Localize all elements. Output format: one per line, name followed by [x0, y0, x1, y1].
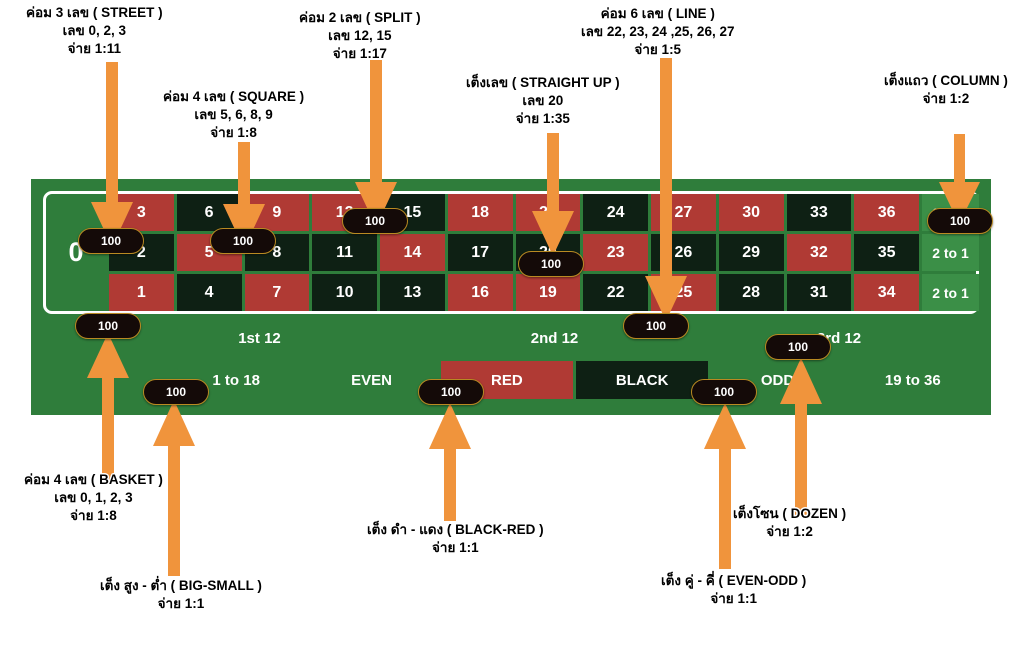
- chip-straight-up[interactable]: 100: [518, 251, 584, 277]
- annotation-dozen-line1: เต็งโซน ( DOZEN ): [733, 506, 847, 521]
- annotation-dozen: เต็งโซน ( DOZEN ) จ่าย 1:2: [733, 505, 846, 541]
- number-cell-33[interactable]: 33: [786, 194, 852, 231]
- arrow-line: [640, 58, 692, 326]
- annotation-black-red-line2: จ่าย 1:1: [431, 539, 479, 555]
- number-cell-11[interactable]: 11: [312, 234, 377, 271]
- outside-bets-row: 1 to 18 EVEN RED BLACK ODD 19 to 36: [170, 361, 979, 399]
- annotation-street-line1: ค่อม 3 เลข ( STREET ): [26, 5, 163, 20]
- number-cell-19[interactable]: 19: [515, 274, 581, 311]
- arrow-basket: [82, 333, 134, 485]
- annotation-straight-up-line3: จ่าย 1:35: [515, 110, 570, 126]
- dozen-cell-3[interactable]: 3rd 12: [693, 319, 985, 358]
- arrow-street: [86, 62, 138, 252]
- arrow-black-red: [424, 403, 476, 523]
- chip-dozen[interactable]: 100: [765, 334, 831, 360]
- number-cell-31[interactable]: 31: [786, 274, 852, 311]
- annotation-straight-up-line2: เลข 20: [522, 92, 564, 108]
- outside-bet-19-to-36[interactable]: 19 to 36: [846, 361, 979, 399]
- annotation-even-odd-line2: จ่าย 1:1: [710, 590, 757, 606]
- chip-line[interactable]: 100: [623, 313, 689, 339]
- annotation-basket-line3: จ่าย 1:8: [70, 507, 117, 523]
- number-cell-29[interactable]: 29: [718, 234, 784, 271]
- chip-column[interactable]: 100: [927, 208, 993, 234]
- annotation-basket-line2: เลข 0, 1, 2, 3: [54, 489, 133, 505]
- annotation-big-small-line1: เต็ง สูง - ต่ำ ( BIG-SMALL ): [100, 578, 262, 593]
- number-cell-16[interactable]: 16: [447, 274, 513, 311]
- annotation-basket-line1: ค่อม 4 เลข ( BASKET ): [24, 472, 163, 487]
- number-cell-32[interactable]: 32: [786, 234, 852, 271]
- arrow-dozen: [775, 358, 827, 518]
- dozen-row: 1st 12 2nd 12 3rd 12: [103, 319, 985, 358]
- chip-split[interactable]: 100: [342, 208, 408, 234]
- annotation-black-red: เต็ง ดำ - แดง ( BLACK-RED ) จ่าย 1:1: [367, 521, 544, 557]
- annotation-street: ค่อม 3 เลข ( STREET ) เลข 0, 2, 3 จ่าย 1…: [26, 4, 163, 58]
- annotation-square-line1: ค่อม 4 เลข ( SQUARE ): [163, 89, 305, 104]
- number-cell-7[interactable]: 7: [244, 274, 310, 311]
- arrow-straight-up: [527, 133, 579, 261]
- annotation-column-line2: จ่าย 1:2: [922, 90, 970, 106]
- chip-big-small[interactable]: 100: [143, 379, 209, 405]
- annotation-line-line1: ค่อม 6 เลข ( LINE ): [600, 6, 715, 21]
- annotation-line-line2: เลข 22, 23, 24 ,25, 26, 27: [581, 23, 735, 39]
- number-cell-22[interactable]: 22: [583, 274, 648, 311]
- outside-bet-black[interactable]: BLACK: [575, 361, 709, 399]
- annotation-dozen-line2: จ่าย 1:2: [766, 523, 813, 539]
- annotation-street-line3: จ่าย 1:11: [67, 40, 122, 56]
- annotation-line: ค่อม 6 เลข ( LINE ) เลข 22, 23, 24 ,25, …: [581, 5, 734, 59]
- number-cell-28[interactable]: 28: [718, 274, 784, 311]
- number-cell-4[interactable]: 4: [176, 274, 242, 311]
- number-cell-10[interactable]: 10: [312, 274, 377, 311]
- annotation-basket: ค่อม 4 เลข ( BASKET ) เลข 0, 1, 2, 3 จ่า…: [24, 471, 163, 525]
- chip-street[interactable]: 100: [78, 228, 144, 254]
- column-bet-2[interactable]: 2 to 1: [922, 234, 979, 271]
- annotation-big-small-line2: จ่าย 1:1: [157, 595, 205, 611]
- annotation-split-line1: ค่อม 2 เลข ( SPLIT ): [299, 10, 421, 25]
- annotation-column-line1: เต็งแถว ( COLUMN ): [884, 73, 1008, 88]
- number-cell-17[interactable]: 17: [447, 234, 513, 271]
- chip-square[interactable]: 100: [210, 228, 276, 254]
- annotation-big-small: เต็ง สูง - ต่ำ ( BIG-SMALL ) จ่าย 1:1: [100, 577, 262, 613]
- chip-black-red[interactable]: 100: [418, 379, 484, 405]
- annotation-straight-up-line1: เต็งเลข ( STRAIGHT UP ): [466, 75, 620, 90]
- annotation-straight-up: เต็งเลข ( STRAIGHT UP ) เลข 20 จ่าย 1:35: [466, 74, 620, 128]
- number-cell-24[interactable]: 24: [583, 194, 648, 231]
- annotation-even-odd-line1: เต็ง คู่ - คี่ ( EVEN-ODD ): [661, 573, 807, 588]
- dozen-cell-1[interactable]: 1st 12: [103, 319, 416, 358]
- annotation-column: เต็งแถว ( COLUMN ) จ่าย 1:2: [884, 72, 1008, 108]
- number-cell-18[interactable]: 18: [447, 194, 513, 231]
- number-cell-34[interactable]: 34: [854, 274, 919, 311]
- annotation-street-line2: เลข 0, 2, 3: [62, 22, 127, 38]
- number-cell-14[interactable]: 14: [380, 234, 445, 271]
- chip-basket[interactable]: 100: [75, 313, 141, 339]
- annotation-even-odd: เต็ง คู่ - คี่ ( EVEN-ODD ) จ่าย 1:1: [661, 572, 806, 608]
- annotation-split-line3: จ่าย 1:17: [332, 45, 387, 61]
- annotation-split-line2: เลข 12, 15: [328, 27, 392, 43]
- annotation-split: ค่อม 2 เลข ( SPLIT ) เลข 12, 15 จ่าย 1:1…: [299, 9, 421, 63]
- chip-even-odd[interactable]: 100: [691, 379, 757, 405]
- number-cell-30[interactable]: 30: [718, 194, 784, 231]
- arrow-split: [350, 60, 402, 232]
- number-cell-36[interactable]: 36: [854, 194, 919, 231]
- number-cell-23[interactable]: 23: [583, 234, 648, 271]
- annotation-square: ค่อม 4 เลข ( SQUARE ) เลข 5, 6, 8, 9 จ่า…: [163, 88, 304, 142]
- column-bet-3[interactable]: 2 to 1: [922, 274, 979, 311]
- arrow-even-odd: [699, 403, 751, 571]
- numbers-frame: 0 36912151821242730333625811141720232629…: [43, 191, 979, 314]
- annotation-line-line3: จ่าย 1:5: [634, 41, 682, 57]
- annotation-square-line3: จ่าย 1:8: [210, 124, 257, 140]
- annotation-black-red-line1: เต็ง ดำ - แดง ( BLACK-RED ): [367, 522, 544, 537]
- number-cell-13[interactable]: 13: [380, 274, 445, 311]
- number-cell-35[interactable]: 35: [854, 234, 919, 271]
- number-cell-1[interactable]: 1: [109, 274, 174, 311]
- annotation-square-line2: เลข 5, 6, 8, 9: [194, 106, 273, 122]
